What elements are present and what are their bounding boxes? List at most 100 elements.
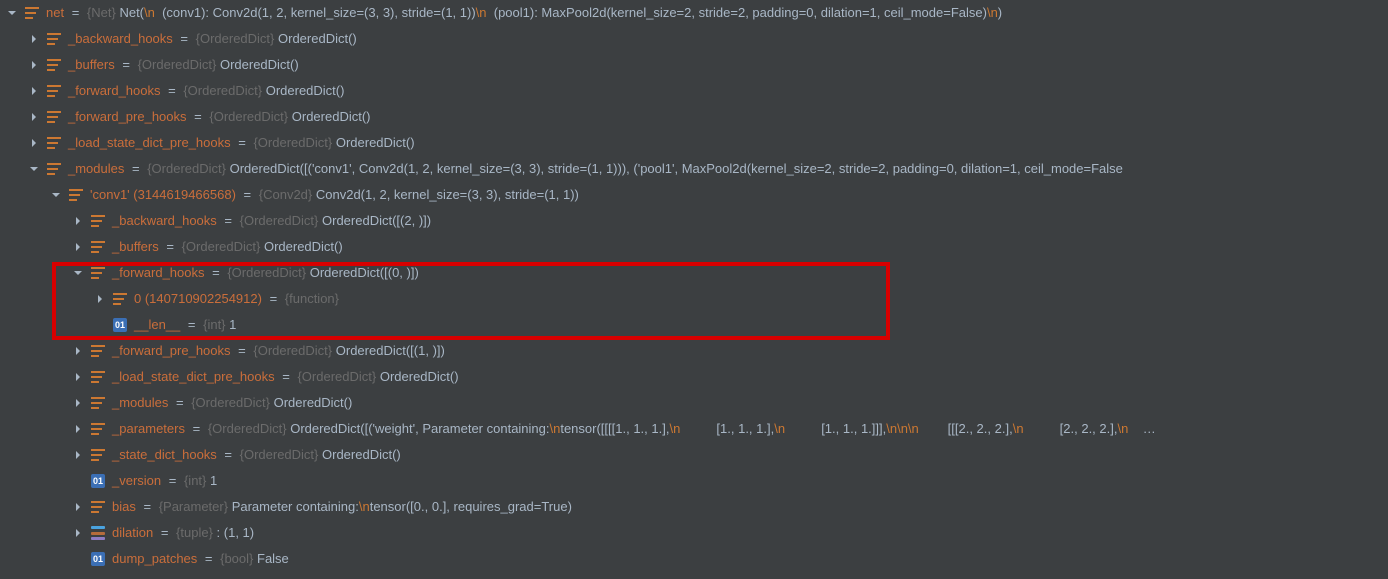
object-icon bbox=[112, 291, 128, 307]
arrow-placeholder bbox=[70, 551, 86, 567]
var-name: __len__ bbox=[134, 317, 180, 332]
expand-arrow-icon[interactable] bbox=[70, 239, 86, 255]
equals: = bbox=[119, 57, 134, 72]
value-text: OrderedDict() bbox=[322, 447, 401, 462]
equals: = bbox=[184, 317, 199, 332]
equals: = bbox=[189, 421, 204, 436]
value-text: OrderedDict() bbox=[266, 83, 345, 98]
tree-row[interactable]: _parameters = {OrderedDict} OrderedDict(… bbox=[0, 416, 1388, 442]
var-type: {OrderedDict} bbox=[253, 343, 332, 358]
var-name: _load_state_dict_pre_hooks bbox=[112, 369, 275, 384]
value-text: OrderedDict() bbox=[278, 31, 357, 46]
var-name: _modules bbox=[112, 395, 168, 410]
var-type: {OrderedDict} bbox=[227, 265, 306, 280]
var-name: _modules bbox=[68, 161, 124, 176]
tree-row[interactable]: 01_version = {int} 1 bbox=[0, 468, 1388, 494]
tree-row[interactable]: _forward_pre_hooks = {OrderedDict} Order… bbox=[0, 338, 1388, 364]
equals: = bbox=[235, 343, 250, 358]
var-type: {int} bbox=[203, 317, 225, 332]
expand-arrow-icon[interactable] bbox=[70, 421, 86, 437]
var-type: {Parameter} bbox=[159, 499, 228, 514]
expand-arrow-icon[interactable] bbox=[70, 369, 86, 385]
expand-arrow-icon[interactable] bbox=[70, 395, 86, 411]
var-type: {OrderedDict} bbox=[297, 369, 376, 384]
tree-row[interactable]: _buffers = {OrderedDict} OrderedDict() bbox=[0, 52, 1388, 78]
var-name: _forward_hooks bbox=[112, 265, 205, 280]
tree-row[interactable]: _load_state_dict_pre_hooks = {OrderedDic… bbox=[0, 130, 1388, 156]
value-text: : (1, 1) bbox=[217, 525, 255, 540]
var-name: _state_dict_hooks bbox=[112, 447, 217, 462]
int-icon: 01 bbox=[90, 473, 106, 489]
expand-arrow-icon[interactable] bbox=[70, 525, 86, 541]
equals: = bbox=[240, 187, 255, 202]
tree-row[interactable]: _state_dict_hooks = {OrderedDict} Ordere… bbox=[0, 442, 1388, 468]
tree-row[interactable]: 0 (140710902254912) = {function} bbox=[0, 286, 1388, 312]
expand-arrow-icon[interactable] bbox=[92, 291, 108, 307]
object-icon bbox=[90, 343, 106, 359]
expand-arrow-icon[interactable] bbox=[70, 213, 86, 229]
var-type: {OrderedDict} bbox=[191, 395, 270, 410]
value-part: Net( bbox=[119, 5, 144, 20]
object-icon bbox=[90, 421, 106, 437]
expand-arrow-icon[interactable] bbox=[70, 447, 86, 463]
tree-row[interactable]: net = {Net} Net(\n (conv1): Conv2d(1, 2,… bbox=[0, 0, 1388, 26]
value-part: tensor([0., 0.], requires_grad=True) bbox=[370, 499, 572, 514]
collapse-arrow-icon[interactable] bbox=[4, 5, 20, 21]
expand-arrow-icon[interactable] bbox=[26, 83, 42, 99]
tree-row[interactable]: _buffers = {OrderedDict} OrderedDict() bbox=[0, 234, 1388, 260]
equals: = bbox=[266, 291, 281, 306]
value-part: [1., 1., 1.], bbox=[680, 421, 774, 436]
collapse-arrow-icon[interactable] bbox=[70, 265, 86, 281]
value-part: \n bbox=[359, 499, 370, 514]
tree-row[interactable]: _load_state_dict_pre_hooks = {OrderedDic… bbox=[0, 364, 1388, 390]
value-part: (pool1): MaxPool2d(kernel_size=2, stride… bbox=[487, 5, 987, 20]
tree-row[interactable]: _forward_hooks = {OrderedDict} OrderedDi… bbox=[0, 260, 1388, 286]
var-type: {int} bbox=[184, 473, 206, 488]
equals: = bbox=[165, 83, 180, 98]
var-type: {OrderedDict} bbox=[240, 447, 319, 462]
tree-row[interactable]: _backward_hooks = {OrderedDict} OrderedD… bbox=[0, 26, 1388, 52]
expand-arrow-icon[interactable] bbox=[26, 135, 42, 151]
value-part: \n bbox=[669, 421, 680, 436]
tree-row[interactable]: 01__len__ = {int} 1 bbox=[0, 312, 1388, 338]
value-part: (conv1): Conv2d(1, 2, kernel_size=(3, 3)… bbox=[155, 5, 476, 20]
equals: = bbox=[68, 5, 83, 20]
tree-row[interactable]: dilation = {tuple} : (1, 1) bbox=[0, 520, 1388, 546]
expand-arrow-icon[interactable] bbox=[70, 499, 86, 515]
expand-arrow-icon[interactable] bbox=[70, 343, 86, 359]
arrow-placeholder bbox=[92, 317, 108, 333]
value-text: OrderedDict() bbox=[274, 395, 353, 410]
collapse-arrow-icon[interactable] bbox=[48, 187, 64, 203]
var-type: {tuple} bbox=[176, 525, 213, 540]
value-text: OrderedDict([(1, )]) bbox=[336, 343, 445, 358]
tree-row[interactable]: _backward_hooks = {OrderedDict} OrderedD… bbox=[0, 208, 1388, 234]
object-icon bbox=[46, 135, 62, 151]
value-part: \n bbox=[1013, 421, 1024, 436]
object-icon bbox=[24, 5, 40, 21]
expand-arrow-icon[interactable] bbox=[26, 31, 42, 47]
object-icon bbox=[90, 395, 106, 411]
value-text: OrderedDict([(0, )]) bbox=[310, 265, 419, 280]
tree-row[interactable]: 'conv1' (3144619466568) = {Conv2d} Conv2… bbox=[0, 182, 1388, 208]
var-name: _buffers bbox=[68, 57, 115, 72]
value-text: False bbox=[257, 551, 289, 566]
variables-tree[interactable]: net = {Net} Net(\n (conv1): Conv2d(1, 2,… bbox=[0, 0, 1388, 572]
tree-row[interactable]: _forward_hooks = {OrderedDict} OrderedDi… bbox=[0, 78, 1388, 104]
tree-row[interactable]: bias = {Parameter} Parameter containing:… bbox=[0, 494, 1388, 520]
value-part: \n bbox=[476, 5, 487, 20]
tree-row[interactable]: _forward_pre_hooks = {OrderedDict} Order… bbox=[0, 104, 1388, 130]
object-icon bbox=[90, 447, 106, 463]
collapse-arrow-icon[interactable] bbox=[26, 161, 42, 177]
expand-arrow-icon[interactable] bbox=[26, 57, 42, 73]
tree-row[interactable]: _modules = {OrderedDict} OrderedDict() bbox=[0, 390, 1388, 416]
equals: = bbox=[191, 109, 206, 124]
tree-row[interactable]: 01dump_patches = {bool} False bbox=[0, 546, 1388, 572]
equals: = bbox=[165, 473, 180, 488]
var-type: {bool} bbox=[220, 551, 253, 566]
equals: = bbox=[209, 265, 224, 280]
value-text: 1 bbox=[210, 473, 217, 488]
tree-row[interactable]: _modules = {OrderedDict} OrderedDict([('… bbox=[0, 156, 1388, 182]
expand-arrow-icon[interactable] bbox=[26, 109, 42, 125]
value-text: OrderedDict() bbox=[380, 369, 459, 384]
value-part: \n\n\n bbox=[886, 421, 919, 436]
